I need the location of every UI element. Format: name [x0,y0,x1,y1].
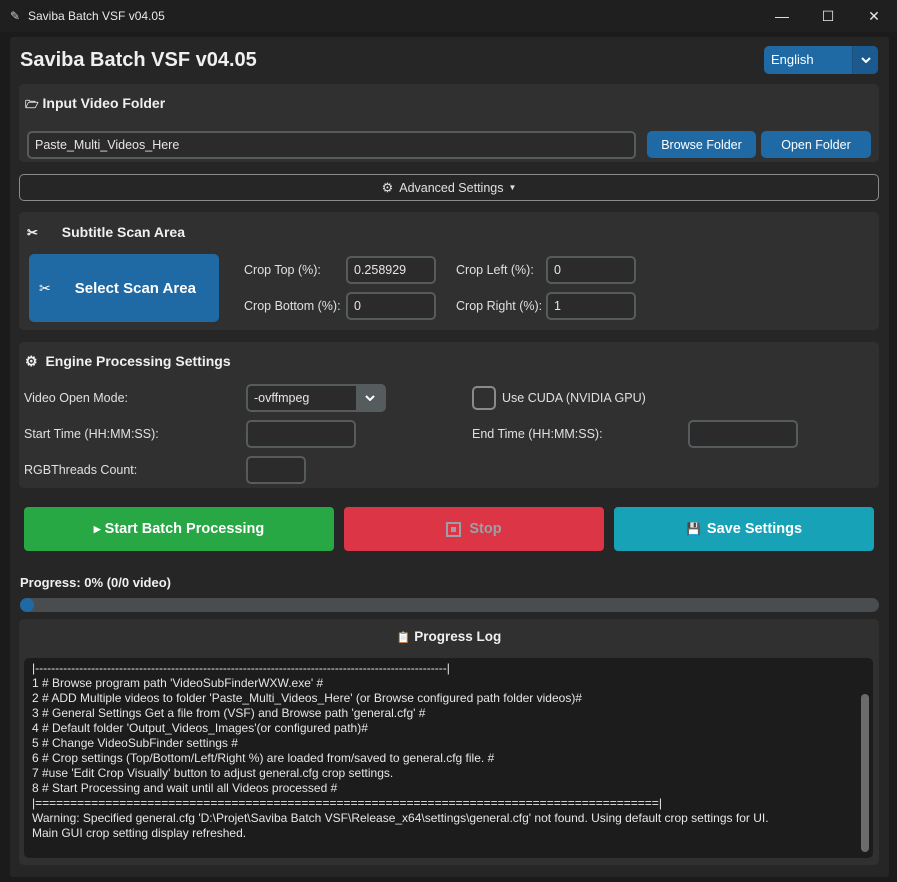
chevron-down-icon[interactable] [852,46,878,74]
log-line: 7 #use 'Edit Crop Visually' button to ad… [32,766,394,780]
progress-bar [20,598,879,612]
browse-folder-button[interactable]: Browse Folder [647,131,756,158]
scan-area-title: Subtitle Scan Area [61,224,185,240]
window-controls: — ☐ ✕ [759,0,897,32]
caret-down-icon: ▼ [508,183,517,192]
gear-icon: ⚙ [25,353,38,369]
progress-log-section: 📋 Progress Log |------------------------… [19,619,879,865]
crop-top-label: Crop Top (%): [244,263,321,277]
minimize-button[interactable]: — [759,0,805,32]
cuda-checkbox[interactable] [472,386,496,410]
folder-icon: 🗁 [25,99,39,111]
stop-label: Stop [469,521,502,537]
gear-icon: ⚙ [381,179,394,195]
stop-icon [446,521,462,537]
log-line: 1 # Browse program path 'VideoSubFinderW… [32,676,324,690]
stop-button[interactable]: Stop [344,507,604,551]
log-line: Main GUI crop setting display refreshed. [32,826,247,840]
start-batch-button[interactable]: ▶ Start Batch Processing [24,507,334,551]
feather-app-icon: ✎ [10,9,21,23]
input-folder-title: Input Video Folder [42,95,166,111]
main-panel: Saviba Batch VSF v04.05 English 🗁 Input … [10,37,889,877]
start-time-input[interactable] [246,420,356,448]
crop-left-label: Crop Left (%): [456,263,534,277]
crop-right-input[interactable]: 1 [546,292,636,320]
advanced-settings-label: Advanced Settings [399,180,504,195]
crop-bottom-label: Crop Bottom (%): [244,299,341,313]
log-textbox[interactable]: |---------------------------------------… [24,658,873,858]
log-scrollbar-thumb[interactable] [861,694,869,852]
folder-path-input[interactable]: Paste_Multi_Videos_Here [27,131,636,159]
engine-settings-section: ⚙ Engine Processing Settings [19,342,879,488]
log-icon: 📋 [396,632,411,644]
end-time-input[interactable] [688,420,798,448]
progress-log-title: Progress Log [414,629,502,644]
start-batch-label: Start Batch Processing [104,521,265,537]
crop-left-input[interactable]: 0 [546,256,636,284]
save-settings-button[interactable]: 💾 Save Settings [614,507,874,551]
log-line: 5 # Change VideoSubFinder settings # [32,736,238,750]
crop-top-input[interactable]: 0.258929 [346,256,436,284]
engine-settings-title: Engine Processing Settings [45,353,231,369]
save-icon: 💾 [685,522,701,536]
log-line: Warning: Specified general.cfg 'D:\Proje… [32,811,769,825]
start-time-label: Start Time (HH:MM:SS): [24,427,159,441]
end-time-label: End Time (HH:MM:SS): [472,427,603,441]
close-button[interactable]: ✕ [851,0,897,32]
input-folder-section: 🗁 Input Video Folder Paste_Multi_Videos_… [19,84,879,162]
log-line: 2 # ADD Multiple videos to folder 'Paste… [32,691,582,705]
title-bar: ✎ Saviba Batch VSF v04.05 — ☐ ✕ [0,0,897,32]
advanced-settings-toggle[interactable]: ⚙ Advanced Settings ▼ [19,174,879,201]
log-lines: |---------------------------------------… [32,661,769,841]
log-line: 3 # General Settings Get a file from (VS… [32,706,426,720]
scissors-icon: ✂ [39,279,51,296]
scissors-icon: ✂ [27,225,38,240]
open-folder-button[interactable]: Open Folder [761,131,871,158]
log-line: |---------------------------------------… [32,661,450,675]
cuda-label: Use CUDA (NVIDIA GPU) [502,391,646,405]
maximize-button[interactable]: ☐ [805,0,851,32]
page-title: Saviba Batch VSF v04.05 [20,49,257,71]
progress-bar-fill [20,598,34,612]
language-value: English [771,52,814,67]
threads-label: RGBThreads Count: [24,463,138,477]
log-line: 8 # Start Processing and wait until all … [32,781,338,795]
play-icon: ▶ [93,523,101,534]
open-mode-label: Video Open Mode: [24,391,129,405]
crop-right-label: Crop Right (%): [456,299,543,313]
log-line: |=======================================… [32,796,662,810]
open-mode-value: -ovffmpeg [254,391,310,405]
language-select[interactable]: English [764,46,878,74]
crop-bottom-input[interactable]: 0 [346,292,436,320]
open-mode-select[interactable]: -ovffmpeg [246,384,386,412]
log-line: 4 # Default folder 'Output_Videos_Images… [32,721,368,735]
save-settings-label: Save Settings [706,521,803,537]
log-line: 6 # Crop settings (Top/Bottom/Left/Right… [32,751,495,765]
window-title: Saviba Batch VSF v04.05 [28,9,165,23]
select-scan-area-label: Select Scan Area [74,279,196,297]
select-scan-area-button[interactable]: ✂ Select Scan Area [29,254,219,322]
progress-label: Progress: 0% (0/0 video) [20,575,171,590]
threads-input[interactable] [246,456,306,484]
chevron-down-icon[interactable] [356,386,384,410]
